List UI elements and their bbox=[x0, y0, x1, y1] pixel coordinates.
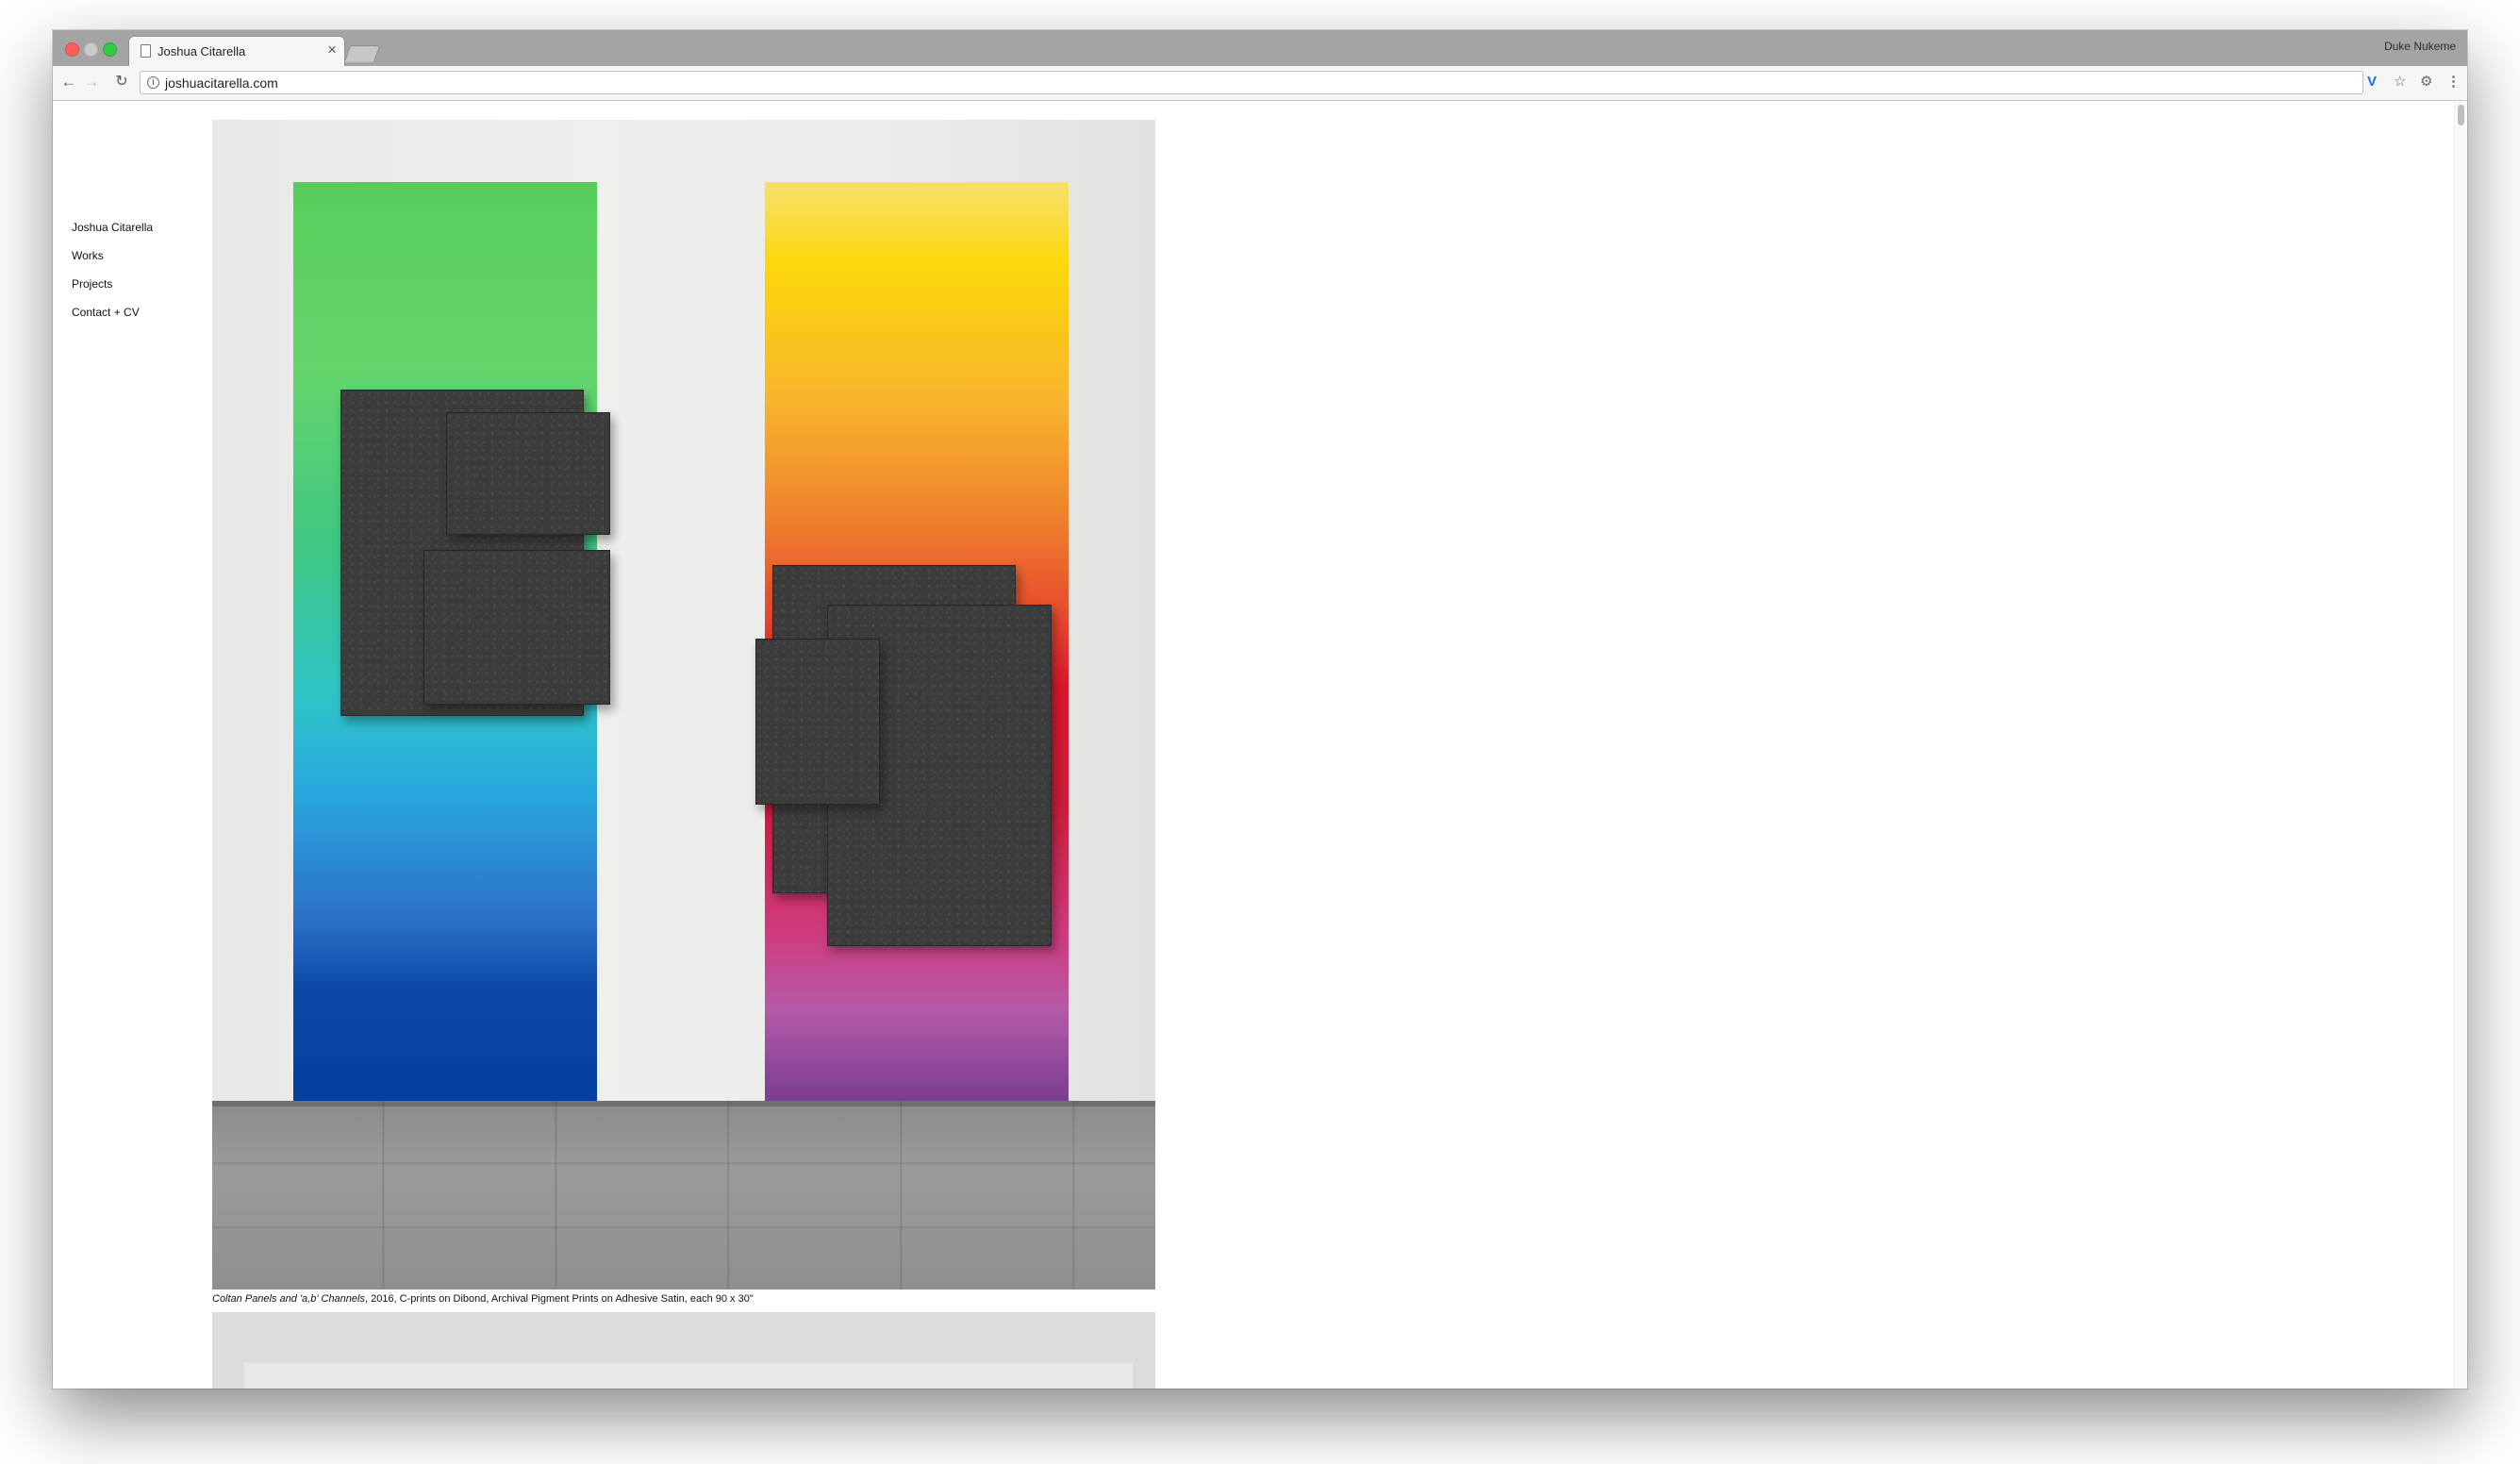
bookmark-star-icon[interactable]: ☆ bbox=[2394, 74, 2406, 91]
browser-tab[interactable]: Joshua Citarella × bbox=[128, 36, 345, 66]
page-document-icon bbox=[141, 44, 151, 58]
close-window-button[interactable] bbox=[65, 42, 79, 57]
browser-window: Joshua Citarella × Duke Nukeme ← → ↻ i j… bbox=[53, 30, 2467, 1389]
gallery-floor bbox=[212, 1101, 1155, 1289]
coltan-slab bbox=[755, 639, 880, 805]
extension-icon[interactable]: ⚙ bbox=[2420, 74, 2432, 91]
info-icon[interactable]: i bbox=[147, 76, 159, 89]
extension-v-icon[interactable]: V bbox=[2367, 74, 2377, 91]
artwork-photo bbox=[212, 120, 1155, 1289]
minimize-window-button[interactable] bbox=[84, 42, 98, 57]
artwork-caption: Coltan Panels and 'a,b' Channels, 2016, … bbox=[212, 1293, 754, 1305]
caption-details: , 2016, C-prints on Dibond, Archival Pig… bbox=[364, 1293, 754, 1305]
coltan-slab bbox=[446, 412, 610, 535]
tab-close-icon[interactable]: × bbox=[327, 42, 337, 58]
back-arrow-icon[interactable]: ← bbox=[58, 72, 79, 92]
page-viewport: Joshua Citarella Works Projects Contact … bbox=[53, 101, 2467, 1389]
browser-toolbar: ← → ↻ i joshuacitarella.com V ☆ ⚙ ⋮ bbox=[53, 66, 2467, 101]
url-text[interactable]: joshuacitarella.com bbox=[165, 75, 278, 91]
scrollbar[interactable] bbox=[2454, 101, 2467, 1389]
new-tab-button[interactable] bbox=[343, 45, 381, 62]
tab-title: Joshua Citarella bbox=[158, 44, 246, 58]
forward-arrow-icon[interactable]: → bbox=[81, 72, 102, 92]
next-artwork-frame bbox=[244, 1363, 1133, 1389]
next-artwork-photo bbox=[212, 1312, 1155, 1389]
nav-item-works[interactable]: Works bbox=[72, 250, 153, 262]
caption-title: Coltan Panels and 'a,b' Channels bbox=[212, 1293, 365, 1305]
nav-item-projects[interactable]: Projects bbox=[72, 278, 153, 291]
nav-item-contact-cv[interactable]: Contact + CV bbox=[72, 307, 153, 319]
reload-icon[interactable]: ↻ bbox=[111, 72, 132, 92]
nav-item-home[interactable]: Joshua Citarella bbox=[72, 222, 153, 234]
title-bar: Joshua Citarella × Duke Nukeme bbox=[53, 30, 2467, 66]
maximize-window-button[interactable] bbox=[103, 42, 117, 57]
site-nav: Joshua Citarella Works Projects Contact … bbox=[72, 222, 153, 335]
coltan-slab bbox=[423, 550, 610, 705]
address-bar[interactable]: i joshuacitarella.com bbox=[140, 71, 2363, 94]
profile-name[interactable]: Duke Nukeme bbox=[2384, 40, 2456, 53]
kebab-menu-icon[interactable]: ⋮ bbox=[2446, 74, 2461, 91]
scrollbar-thumb[interactable] bbox=[2458, 105, 2464, 125]
